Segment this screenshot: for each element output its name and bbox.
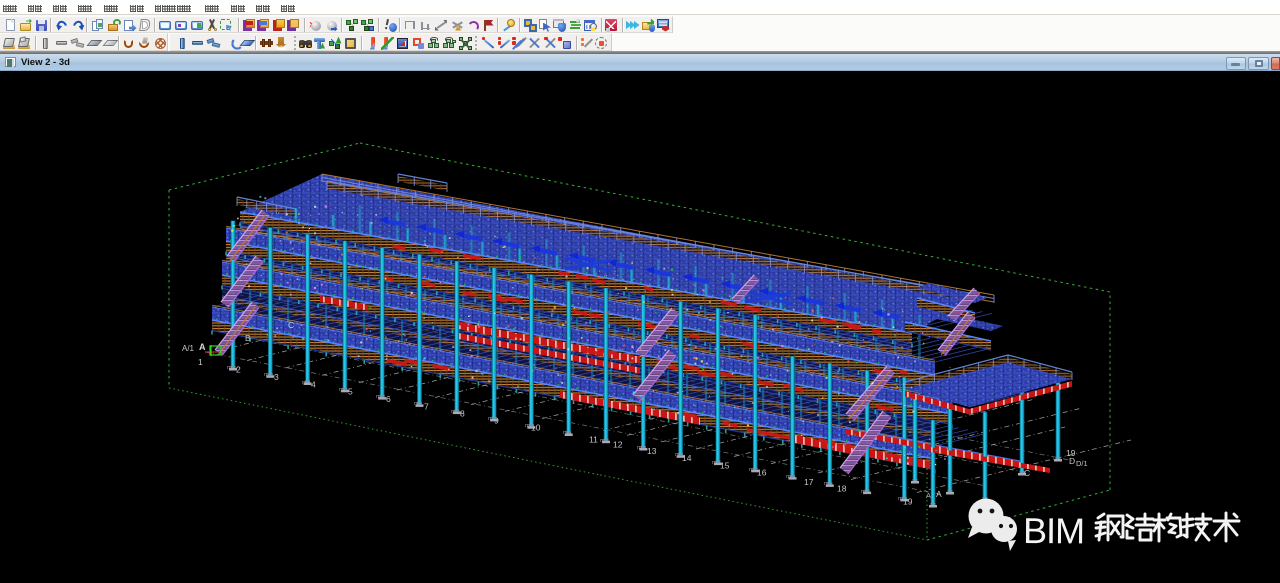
svg-text:m: m [451,409,456,415]
svg-text:m: m [861,489,866,495]
svg-text:m: m [488,416,493,422]
svg-text:m: m [824,481,829,487]
svg-text:m: m [264,372,269,378]
svg-text:m: m [563,430,568,436]
svg-text:B: B [245,333,251,343]
svg-text:16: 16 [757,468,767,478]
svg-text:m: m [339,387,344,393]
svg-text:m: m [600,438,605,444]
svg-text:m: m [414,401,419,407]
svg-text:m: m [227,365,232,371]
svg-text:C: C [288,320,294,330]
svg-text:15: 15 [720,460,730,470]
svg-text:m: m [786,474,791,480]
svg-text:13: 13 [647,446,657,456]
svg-text:11: 11 [589,435,598,445]
svg-text:BIM: BIM [1023,510,1084,551]
svg-text:A: A [199,342,206,352]
svg-text:m: m [675,452,680,458]
svg-text:D/1: D/1 [1076,459,1088,468]
svg-text:A: A [936,489,942,499]
svg-text:m: m [637,445,642,451]
svg-text:1: 1 [198,357,203,367]
svg-text:12: 12 [613,439,623,449]
svg-text:m: m [749,467,754,473]
svg-text:A/1: A/1 [182,344,195,353]
svg-text:14: 14 [682,453,692,463]
svg-text:7: 7 [424,402,429,412]
svg-text:m: m [376,394,381,400]
svg-text:4: 4 [311,379,316,389]
svg-text:19: 19 [1066,448,1076,458]
svg-text:m: m [898,496,903,502]
svg-text:m: m [302,380,307,386]
svg-text:18: 18 [837,483,847,493]
svg-text:m: m [712,460,717,466]
svg-text:17: 17 [804,477,814,487]
svg-text:3: 3 [274,372,279,382]
svg-text:m: m [525,423,530,429]
svg-text:6: 6 [386,394,391,404]
